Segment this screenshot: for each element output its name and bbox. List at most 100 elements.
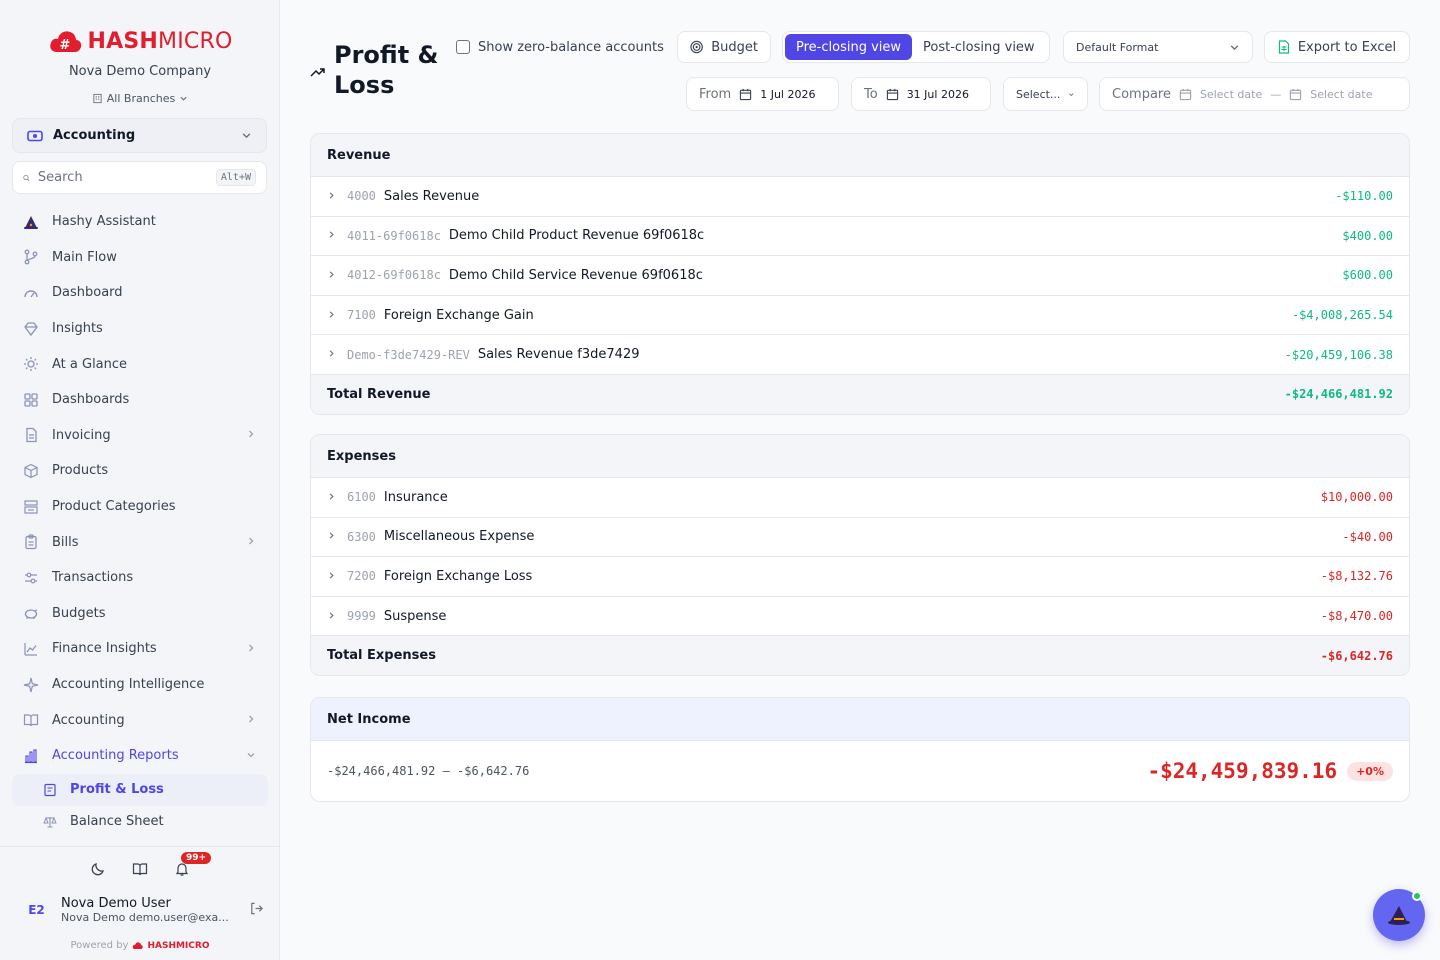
chevron-right-icon xyxy=(246,713,256,727)
chevron-right-icon[interactable] xyxy=(327,491,347,504)
export-excel-button[interactable]: Export to Excel xyxy=(1264,31,1410,63)
user-profile[interactable]: E2 Nova Demo User Nova Demo demo.user@ex… xyxy=(24,896,264,924)
book-icon xyxy=(22,711,40,729)
closing-view-toggle: Pre-closing view Post-closing view xyxy=(782,31,1050,63)
hashmicro-logo-icon: # xyxy=(49,31,81,53)
chevron-down-icon xyxy=(242,133,251,139)
chevron-right-icon xyxy=(246,642,256,656)
wizard-hat-icon xyxy=(22,213,40,231)
sidebar-item-label: Main Flow xyxy=(52,249,117,265)
svg-text:#: # xyxy=(59,38,70,53)
total-expenses-row: Total Expenses -$6,642.76 xyxy=(311,636,1409,676)
table-row[interactable]: 7100 Foreign Exchange Gain -$4,008,265.5… xyxy=(311,296,1409,336)
sidebar-item-accounting[interactable]: Accounting xyxy=(12,702,268,738)
zero-balance-toggle[interactable]: Show zero-balance accounts xyxy=(456,31,664,63)
pre-closing-view-option[interactable]: Pre-closing view xyxy=(785,34,913,60)
logout-button[interactable] xyxy=(249,901,264,920)
table-row[interactable]: Demo-f3de7429-REV Sales Revenue f3de7429… xyxy=(311,335,1409,375)
sidebar-item-accounting-intelligence[interactable]: Accounting Intelligence xyxy=(12,667,268,703)
sidebar-item-budgets[interactable]: Budgets xyxy=(12,596,268,632)
sidebar-item-label: Dashboard xyxy=(52,285,123,301)
accounting-reports-subnav: Profit & Loss Balance Sheet xyxy=(12,773,268,838)
module-selector[interactable]: Accounting xyxy=(12,118,267,153)
sidebar-item-at-a-glance[interactable]: At a Glance xyxy=(12,346,268,382)
chevron-right-icon[interactable] xyxy=(327,229,347,242)
budget-button[interactable]: Budget xyxy=(677,31,771,63)
page-title: Profit & Loss xyxy=(334,41,439,99)
brand-logo[interactable]: # HASHMICRO xyxy=(0,28,280,54)
total-revenue-row: Total Revenue -$24,466,481.92 xyxy=(311,374,1409,414)
sidebar-search[interactable]: Alt+W xyxy=(12,161,267,194)
user-name: Nova Demo User xyxy=(61,896,171,911)
compare-start-picker[interactable]: Select date xyxy=(1179,88,1262,101)
chevron-right-icon[interactable] xyxy=(327,190,347,203)
sidebar-item-label: Dashboards xyxy=(52,392,130,408)
to-date-picker[interactable]: To 31 Jul 2026 xyxy=(851,77,991,111)
docs-button[interactable] xyxy=(129,858,151,880)
box-icon xyxy=(22,462,40,480)
chevron-down-icon xyxy=(246,749,256,763)
expenses-heading: Expenses xyxy=(311,435,1409,478)
sidebar-item-label: Hashy Assistant xyxy=(52,214,156,230)
sidebar-item-bills[interactable]: Bills xyxy=(12,524,268,560)
flow-icon xyxy=(22,248,40,266)
diamond-icon xyxy=(22,320,40,338)
table-row[interactable]: 4012-69f0618c Demo Child Service Revenue… xyxy=(311,256,1409,296)
sidebar-item-invoicing[interactable]: Invoicing xyxy=(12,418,268,454)
table-row[interactable]: 6300 Miscellaneous Expense -$40.00 xyxy=(311,518,1409,558)
target-icon xyxy=(690,40,703,54)
account-code: 6100 xyxy=(347,490,376,505)
post-closing-view-option[interactable]: Post-closing view xyxy=(912,34,1046,60)
avatar: E2 xyxy=(28,903,45,917)
sidebar: # HASHMICRO Nova Demo Company All Branch… xyxy=(0,0,280,960)
compare-end-picker[interactable]: Select date xyxy=(1289,88,1372,101)
sidebar-item-accounting-reports[interactable]: Accounting Reports xyxy=(12,738,268,774)
dark-mode-toggle[interactable] xyxy=(87,858,109,880)
report-icon xyxy=(42,782,58,798)
account-code: 7100 xyxy=(347,308,376,323)
zero-balance-checkbox[interactable] xyxy=(456,40,470,54)
budget-label: Budget xyxy=(711,39,758,55)
sidebar-item-hashy-assistant[interactable]: Hashy Assistant xyxy=(12,204,268,240)
sidebar-item-label: Budgets xyxy=(52,605,106,621)
branch-selector[interactable]: All Branches xyxy=(0,92,280,105)
table-row[interactable]: 9999 Suspense -$8,470.00 xyxy=(311,597,1409,637)
sidebar-item-product-categories[interactable]: Product Categories xyxy=(12,489,268,525)
sidebar-item-transactions[interactable]: Transactions xyxy=(12,560,268,596)
notifications-button[interactable]: 99+ xyxy=(171,852,212,880)
sidebar-item-label: Insights xyxy=(52,321,103,337)
chevron-right-icon[interactable] xyxy=(327,610,347,623)
table-row[interactable]: 6100 Insurance $10,000.00 xyxy=(311,478,1409,518)
sidebar-item-products[interactable]: Products xyxy=(12,453,268,489)
sidebar-item-main-flow[interactable]: Main Flow xyxy=(12,240,268,276)
sidebar-item-finance-insights[interactable]: Finance Insights xyxy=(12,631,268,667)
gauge-icon xyxy=(22,284,40,302)
calendar-icon xyxy=(1179,88,1192,100)
sidebar-subitem-balance-sheet[interactable]: Balance Sheet xyxy=(12,806,268,838)
notification-count-badge: 99+ xyxy=(181,852,212,864)
sidebar-subitem-profit-loss[interactable]: Profit & Loss xyxy=(12,773,268,806)
chevron-right-icon[interactable] xyxy=(327,309,347,322)
account-name: Foreign Exchange Gain xyxy=(383,307,534,323)
period-select[interactable]: Select... xyxy=(1003,77,1088,111)
account-name: Sales Revenue f3de7429 xyxy=(477,347,640,363)
sidebar-item-insights[interactable]: Insights xyxy=(12,311,268,347)
chevron-right-icon[interactable] xyxy=(327,570,347,583)
branches-label: All Branches xyxy=(106,92,176,105)
from-date-picker[interactable]: From 1 Jul 2026 xyxy=(686,77,839,111)
sidebar-item-dashboards[interactable]: Dashboards xyxy=(12,382,268,418)
sidebar-item-dashboard[interactable]: Dashboard xyxy=(12,275,268,311)
sidebar-item-label: Invoicing xyxy=(52,427,111,443)
table-row[interactable]: 4011-69f0618c Demo Child Product Revenue… xyxy=(311,217,1409,257)
format-select[interactable]: Default Format xyxy=(1063,31,1253,63)
table-row[interactable]: 4000 Sales Revenue -$110.00 xyxy=(311,177,1409,217)
search-input[interactable] xyxy=(37,170,208,185)
chevron-right-icon[interactable] xyxy=(327,530,347,543)
chevron-right-icon[interactable] xyxy=(327,348,347,361)
table-row[interactable]: 7200 Foreign Exchange Loss -$8,132.76 xyxy=(311,557,1409,597)
sidebar-divider xyxy=(0,846,280,847)
revenue-card: Revenue 4000 Sales Revenue -$110.00 4011… xyxy=(310,133,1410,415)
account-code: 4011-69f0618c xyxy=(347,228,441,243)
spreadsheet-icon xyxy=(1278,40,1289,54)
chevron-right-icon[interactable] xyxy=(327,269,347,282)
